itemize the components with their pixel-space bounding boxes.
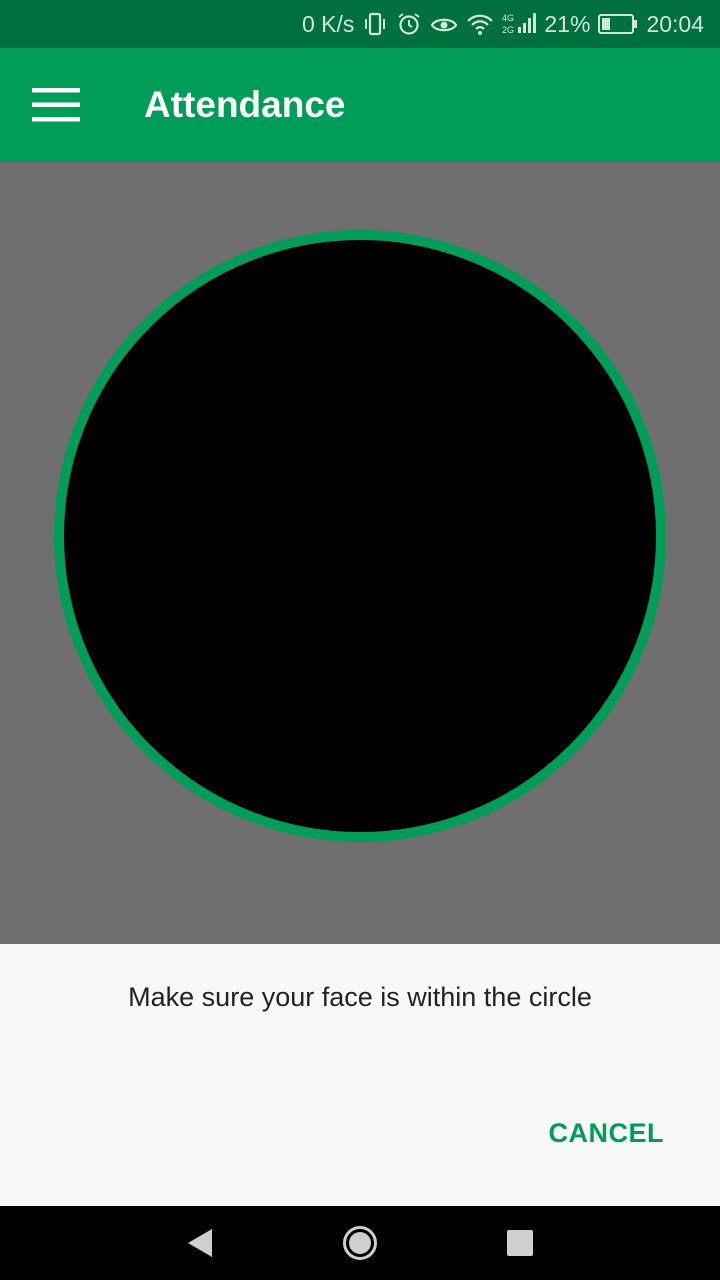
system-nav-bar (0, 1206, 720, 1280)
vibrate-icon (362, 11, 388, 37)
page-title: Attendance (144, 84, 346, 125)
home-button[interactable] (280, 1206, 440, 1280)
recents-button[interactable] (440, 1206, 600, 1280)
recents-icon (507, 1230, 533, 1256)
bottom-sheet: Make sure your face is within the circle… (0, 944, 720, 1206)
home-icon (343, 1226, 377, 1260)
wifi-icon (466, 11, 494, 37)
camera-preview (0, 162, 720, 944)
back-button[interactable] (120, 1206, 280, 1280)
status-bar: 0 K/s 4G 2G 21% 20:04 (0, 0, 720, 48)
alarm-icon (396, 11, 422, 37)
battery-percent: 21% (544, 10, 591, 37)
hamburger-menu-icon (32, 88, 80, 122)
network-speed: 0 K/s (301, 10, 355, 37)
svg-text:2G: 2G (502, 25, 514, 35)
instruction-message: Make sure your face is within the circle (128, 982, 592, 1012)
signal-icon: 4G 2G (502, 11, 537, 37)
svg-text:4G: 4G (502, 13, 514, 23)
app-bar: Attendance (0, 48, 720, 162)
clock-time: 20:04 (646, 10, 704, 37)
cancel-button[interactable]: CANCEL (533, 1114, 681, 1153)
back-icon (188, 1229, 212, 1257)
battery-icon (598, 13, 638, 35)
eye-icon (430, 11, 458, 37)
face-guide-circle (54, 230, 666, 842)
menu-button[interactable] (0, 48, 112, 162)
